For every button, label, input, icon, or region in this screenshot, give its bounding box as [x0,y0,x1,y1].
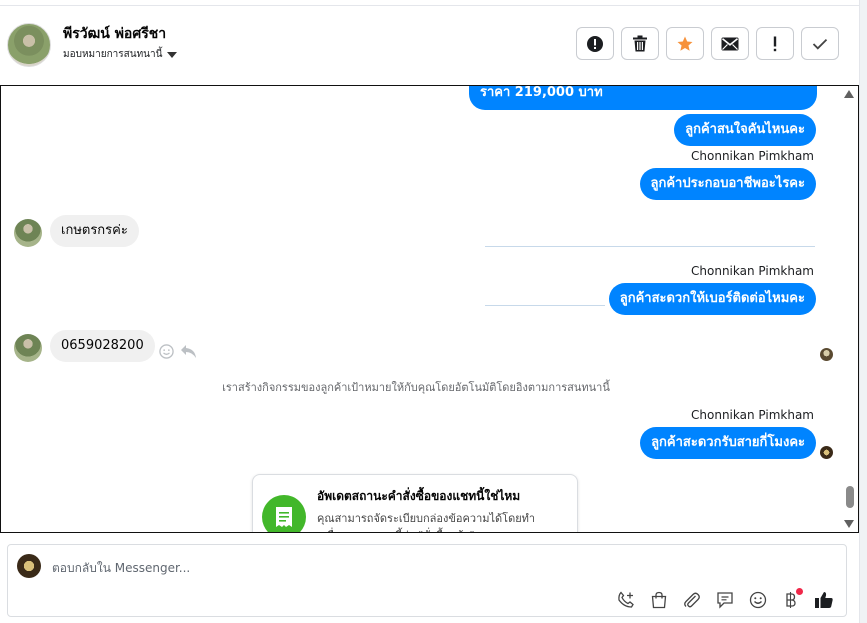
message-bubble-outgoing[interactable]: ราคา 219,000 บาท [469,86,817,110]
message-composer: ตอบกลับใน Messenger... [7,544,847,617]
order-status-card[interactable]: อัพเดตสถานะคำสั่งซื้อของแชทนี้ใช่ไหม คุณ… [252,474,578,532]
caret-down-icon [167,51,178,58]
top-border [0,0,859,6]
trash-icon [633,35,647,52]
message-bubble-incoming[interactable]: 0659028200 [50,330,155,362]
message-bubble-outgoing[interactable]: ลูกค้าสนใจคันไหนคะ [674,114,816,146]
scroll-down-arrow-icon[interactable] [844,520,854,528]
mark-unread-button[interactable] [711,27,749,60]
divider [485,246,815,247]
contact-avatar-small [14,334,42,362]
thumbs-up-icon[interactable] [812,589,836,611]
message-bubble-incoming[interactable]: เกษตรกรค่ะ [50,215,139,247]
reply-input[interactable]: ตอบกลับใน Messenger... [52,559,190,578]
spam-button[interactable] [576,27,614,60]
contact-avatar[interactable] [7,23,51,67]
divider [485,305,605,306]
sender-name: Chonnikan Pimkham [691,264,814,278]
exclamation-icon [773,36,777,51]
check-icon [812,38,828,50]
card-title: อัพเดตสถานะคำสั่งซื้อของแชทนี้ใช่ไหม [317,489,521,503]
system-note: เราสร้างกิจกรรมของลูกค้าเป้าหมายให้กับคุ… [222,381,610,394]
composer-tools [614,588,836,611]
seen-avatar [820,446,833,459]
receipt-icon [262,495,306,532]
scrollbar[interactable] [843,86,857,532]
important-button[interactable] [756,27,794,60]
envelope-icon [721,37,739,50]
window-edge [859,0,867,623]
saved-reply-icon[interactable] [713,589,737,611]
star-button[interactable] [666,27,704,60]
star-icon [677,36,693,51]
message-bubble-outgoing[interactable]: ลูกค้าสะดวกให้เบอร์ติดต่อไหมคะ [608,283,816,315]
done-button[interactable] [801,27,839,60]
sender-name: Chonnikan Pimkham [691,408,814,422]
message-bubble-outgoing[interactable]: ลูกค้าประกอบอาชีพอะไรคะ [639,168,816,200]
delete-button[interactable] [621,27,659,60]
sender-name: Chonnikan Pimkham [691,149,814,163]
card-description: คุณสามารถจัดระเบียบกล่องข้อความได้โดยทำเ… [317,512,536,532]
seen-avatar [820,348,833,361]
emoji-icon[interactable] [746,589,770,611]
message-bubble-outgoing[interactable]: ลูกค้าสะดวกรับสายกี่โมงคะ [640,427,816,459]
notification-dot [796,588,803,595]
message-thread[interactable]: ราคา 219,000 บาท ลูกค้าสนใจคันไหนคะ Chon… [0,85,859,533]
assign-label: มอบหมายการสนทนานี้ [63,49,163,60]
assign-conversation-dropdown[interactable]: มอบหมายการสนทนานี้ [63,47,178,62]
header-actions [576,27,839,60]
scroll-thumb[interactable] [846,486,854,508]
reply-icon[interactable] [180,344,197,359]
emoji-react-icon[interactable] [159,344,174,359]
baht-icon[interactable] [779,588,803,611]
conversation-header: พีรวัฒน์ พ่อศรีชา มอบหมายการสนทนานี้ [0,7,859,85]
paperclip-icon[interactable] [680,589,704,611]
alert-circle-icon [587,35,603,52]
call-add-icon[interactable] [614,589,638,611]
contact-name[interactable]: พีรวัฒน์ พ่อศรีชา [63,23,166,45]
shopping-bag-icon[interactable] [647,589,671,611]
scroll-up-arrow-icon[interactable] [844,90,854,98]
contact-avatar-small [14,219,42,247]
page-avatar [17,554,41,578]
